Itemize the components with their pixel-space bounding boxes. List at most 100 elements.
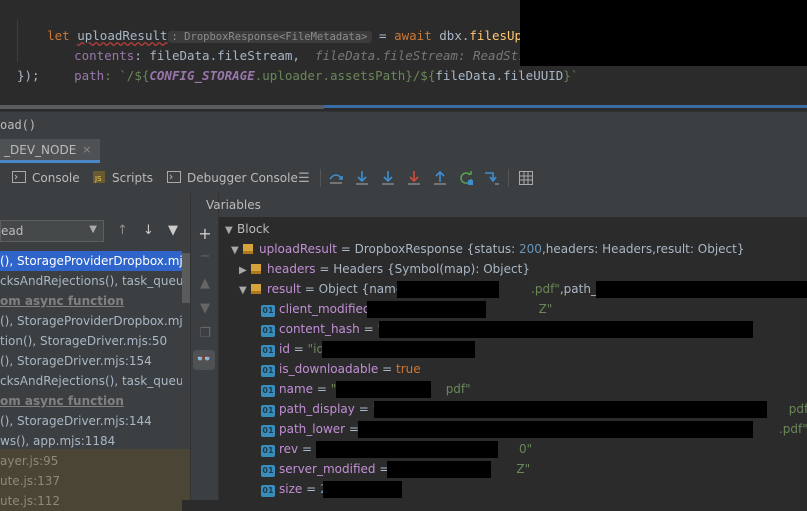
- thread-select-value: ead: [1, 224, 24, 238]
- svg-text:JS: JS: [94, 175, 102, 183]
- object-icon: [251, 284, 261, 294]
- expand-down-icon[interactable]: ▼: [231, 241, 243, 261]
- stack-frame[interactable]: (), StorageProviderDropbox.mjs:96: [0, 251, 182, 271]
- redaction-block: [387, 461, 491, 478]
- file-uuid-ref: fileData.fileUUID: [435, 68, 564, 83]
- status-value: 200: [519, 242, 542, 256]
- redaction-block: [374, 401, 767, 418]
- field-icon: 01: [261, 405, 275, 417]
- tab-label: _DEV_NODE: [4, 142, 77, 157]
- variables-panel: Variables ▼ Block ▼ uploadResult = Dropbox…: [206, 193, 807, 500]
- brace-open: {: [383, 262, 395, 276]
- scroll-highlight: [324, 105, 807, 108]
- symbol-key: Symbol(map): [394, 262, 476, 276]
- copy-icon[interactable]: ❐: [197, 326, 213, 342]
- toolbar-divider: [320, 169, 321, 187]
- eq: =: [313, 382, 331, 396]
- editor-horizontal-scrollbar[interactable]: [0, 103, 807, 111]
- arrow-down-icon[interactable]: ↓: [143, 223, 154, 238]
- redaction-block: [520, 0, 807, 66]
- restart-frame-icon[interactable]: [458, 170, 474, 186]
- tab-debug-session[interactable]: _DEV_NODE ×: [0, 139, 100, 163]
- step-out-icon[interactable]: [432, 170, 448, 186]
- variable-headers[interactable]: ▶ headers = Headers {Symbol(map): Object}: [239, 259, 530, 279]
- eq: =: [336, 242, 355, 256]
- arrow-up-icon[interactable]: ↑: [117, 223, 128, 238]
- field-name: id: [279, 342, 290, 356]
- eq: =: [298, 442, 316, 456]
- code-editor[interactable]: let uploadResult: DropboxResponse<FileMe…: [0, 0, 807, 103]
- step-over-icon[interactable]: [328, 170, 344, 186]
- field-name: path_display: [279, 402, 355, 416]
- variables-title: Variables: [206, 198, 261, 212]
- filter-icon[interactable]: ▼: [168, 223, 178, 238]
- field-name: name: [279, 382, 314, 396]
- field-icon: 01: [261, 385, 275, 397]
- stack-frame[interactable]: (), StorageProviderDropbox.mjs:91: [0, 311, 182, 331]
- redaction-block: [336, 381, 431, 398]
- debugger-console-label: Debugger Console: [187, 171, 298, 185]
- scripts-tab[interactable]: JS Scripts: [92, 163, 153, 193]
- field-value-end: 0": [519, 442, 533, 456]
- close-icon[interactable]: ×: [82, 143, 91, 156]
- field-name: content_hash: [279, 322, 360, 336]
- field-name: path_lower: [279, 422, 346, 436]
- scroll-thumb[interactable]: [0, 105, 324, 109]
- block-node[interactable]: ▼ Block: [225, 219, 269, 239]
- field-value-end: pdf": [445, 382, 471, 396]
- step-into-icon[interactable]: [354, 170, 370, 186]
- evaluate-table-icon[interactable]: [518, 170, 534, 186]
- stack-frame[interactable]: cksAndRejections(), task_queues:93: [0, 271, 182, 291]
- debugger-console-tab[interactable]: Debugger Console: [167, 163, 298, 193]
- add-watch-icon[interactable]: +: [197, 224, 213, 243]
- eq: =: [315, 262, 334, 276]
- stack-frame[interactable]: tion(), StorageDriver.mjs:50: [0, 331, 182, 351]
- stack-frame[interactable]: (), StorageDriver.mjs:154: [0, 351, 182, 371]
- var-type: DropboxResponse: [354, 242, 463, 256]
- code-line-1: let uploadResult: DropboxResponse<FileMe…: [17, 6, 588, 43]
- eq: =: [359, 322, 378, 336]
- stack-frame[interactable]: cksAndRejections(), task_queues:93: [0, 371, 182, 391]
- frames-scrollbar[interactable]: [182, 253, 190, 303]
- variable-upload-result[interactable]: ▼ uploadResult = DropboxResponse {status:…: [231, 239, 744, 259]
- eq: =: [300, 282, 319, 296]
- path-template-start: : `/${: [104, 68, 150, 83]
- eq: =: [302, 482, 320, 496]
- field-name: server_modified: [279, 462, 376, 476]
- menu-icon[interactable]: ☰: [296, 170, 312, 186]
- stack-frame[interactable]: (), StorageDriver.mjs:144: [0, 411, 182, 431]
- field-name: is_downloadable: [279, 362, 379, 376]
- expand-down-icon[interactable]: ▼: [225, 221, 237, 241]
- eq: =: [378, 362, 396, 376]
- remove-watch-icon[interactable]: −: [197, 249, 213, 265]
- console-tab[interactable]: Console: [12, 163, 80, 193]
- redaction-block: [358, 421, 753, 438]
- force-step-into-icon[interactable]: [380, 170, 396, 186]
- stack-frame[interactable]: ayer.js:95: [0, 451, 182, 471]
- glasses-icon[interactable]: 👓: [193, 350, 215, 370]
- var-name: uploadResult: [259, 242, 337, 256]
- move-up-icon[interactable]: ▲: [197, 276, 213, 292]
- expand-down-icon[interactable]: ▼: [239, 281, 251, 301]
- expand-right-icon[interactable]: ▶: [239, 261, 251, 281]
- stack-frame[interactable]: ute.js:137: [0, 471, 182, 491]
- thread-select[interactable]: ead ▼: [0, 220, 104, 242]
- stack-frame[interactable]: ute.js:112: [0, 491, 182, 511]
- frames-panel: ead ▼ ↑ ↓ ▼ (), StorageProviderDropbox.m…: [0, 193, 191, 511]
- brace-open: {: [357, 282, 370, 296]
- move-down-icon[interactable]: ▼: [197, 301, 213, 317]
- step-into-red-icon[interactable]: [406, 170, 422, 186]
- debug-toolbar: Console JS Scripts Debugger Console ☰: [0, 163, 807, 194]
- field-is-downloadable[interactable]: 01 is_downloadable = true: [261, 359, 421, 379]
- block-label: Block: [237, 222, 270, 236]
- field-icon: 01: [261, 425, 275, 437]
- prop-path: path: [74, 68, 105, 83]
- path-template-end: }`: [563, 68, 579, 83]
- run-to-cursor-icon[interactable]: [484, 170, 500, 186]
- field-name: client_modified: [279, 302, 371, 316]
- field-value: true: [396, 362, 421, 376]
- stack-frame[interactable]: ws(), app.mjs:1184: [0, 431, 182, 451]
- result-key: result: [655, 242, 690, 256]
- breadcrumb-function[interactable]: oad(): [0, 118, 36, 132]
- path-template-mid: .uploader.assetsPath}/${: [254, 68, 436, 83]
